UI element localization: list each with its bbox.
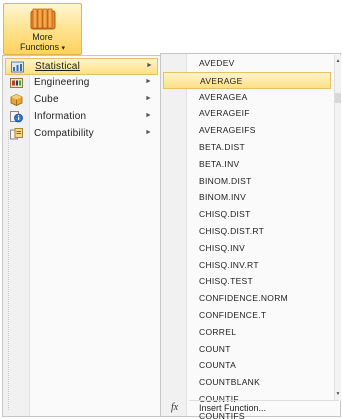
category-label: Cube bbox=[34, 94, 59, 105]
function-label: COUNTBLANK bbox=[199, 377, 261, 388]
function-item-chisq-inv[interactable]: CHISQ.INV bbox=[163, 240, 331, 257]
function-label: AVERAGEIFS bbox=[199, 125, 256, 136]
function-label: CHISQ.INV bbox=[199, 242, 246, 253]
function-item-averagea[interactable]: AVERAGEA bbox=[163, 89, 331, 106]
category-label: Statistical bbox=[35, 61, 80, 72]
function-item-confidence-t[interactable]: CONFIDENCE.T bbox=[163, 307, 331, 324]
function-label: AVEDEV bbox=[199, 58, 235, 68]
function-label: CHISQ.DIST bbox=[199, 209, 251, 220]
function-label: CONFIDENCE.T bbox=[199, 310, 267, 320]
function-item-beta-dist[interactable]: BETA.DIST bbox=[163, 139, 331, 156]
function-item-binom-dist[interactable]: BINOM.DIST bbox=[163, 173, 331, 190]
dropdown-caret-icon: ▾ bbox=[61, 45, 66, 52]
function-label: AVERAGE bbox=[200, 75, 243, 86]
function-item-averageifs[interactable]: AVERAGEIFS bbox=[163, 122, 331, 139]
scroll-down-arrow-icon[interactable]: ▼ bbox=[335, 390, 341, 399]
function-label: BINOM.INV bbox=[199, 192, 247, 203]
function-label: BINOM.DIST bbox=[199, 175, 252, 186]
category-item-statistical[interactable]: Statistical ► bbox=[5, 58, 158, 75]
function-item-beta-inv[interactable]: BETA.INV bbox=[163, 156, 331, 173]
function-item-confidence-norm[interactable]: CONFIDENCE.NORM bbox=[163, 290, 331, 307]
function-item-chisq-test[interactable]: CHISQ.TEST bbox=[163, 273, 331, 290]
fx-icon: fx bbox=[171, 402, 179, 413]
function-item-average[interactable]: AVERAGE bbox=[163, 71, 331, 89]
submenu-arrow-icon: ► bbox=[145, 112, 152, 119]
category-item-cube[interactable]: Cube ► bbox=[5, 92, 158, 109]
function-item-correl[interactable]: CORREL bbox=[163, 324, 331, 341]
function-library-icon bbox=[30, 8, 56, 30]
submenu-scrollbar[interactable]: ▲ ▼ bbox=[334, 55, 341, 401]
function-item-averageif[interactable]: AVERAGEIF bbox=[163, 105, 331, 122]
function-label: CHISQ.TEST bbox=[199, 276, 254, 287]
category-label: Compatibility bbox=[34, 128, 94, 139]
category-label: Engineering bbox=[34, 77, 90, 88]
more-functions-label-line1: More bbox=[32, 32, 53, 42]
scroll-thumb[interactable] bbox=[335, 93, 341, 103]
function-item-binom-inv[interactable]: BINOM.INV bbox=[163, 189, 331, 206]
function-item-chisq-dist[interactable]: CHISQ.DIST bbox=[163, 206, 331, 223]
submenu-arrow-icon: ► bbox=[145, 78, 152, 85]
category-label-text: Statistical bbox=[35, 61, 80, 72]
engineering-icon bbox=[10, 78, 23, 88]
function-item-avedev[interactable]: AVEDEV bbox=[163, 55, 331, 72]
function-category-menu: Statistical ► Engineering ► Cube ► Infor… bbox=[2, 55, 161, 417]
category-item-engineering[interactable]: Engineering ► bbox=[5, 75, 158, 92]
more-functions-label-line2: Functions ▾ bbox=[4, 42, 81, 54]
function-label: AVERAGEA bbox=[199, 91, 248, 102]
function-item-counta[interactable]: COUNTA bbox=[163, 357, 331, 374]
function-label: AVERAGEIF bbox=[199, 108, 250, 119]
screenshot-stage: More Functions ▾ Statistical ► Engineeri… bbox=[0, 0, 342, 419]
function-item-chisq-dist-rt[interactable]: CHISQ.DIST.RT bbox=[163, 223, 331, 240]
function-label: CONFIDENCE.NORM bbox=[199, 293, 289, 304]
function-label: CORREL bbox=[199, 326, 237, 337]
submenu-arrow-icon: ► bbox=[145, 129, 152, 136]
insert-function-label: Insert Function... bbox=[199, 403, 267, 413]
function-label: COUNT bbox=[199, 343, 231, 354]
function-label: CHISQ.DIST.RT bbox=[199, 226, 265, 236]
function-label: CHISQ.INV.RT bbox=[199, 259, 259, 270]
more-functions-label-text: Functions bbox=[19, 42, 59, 52]
compatibility-icon bbox=[10, 128, 23, 140]
insert-function-item[interactable]: fx Insert Function... bbox=[163, 401, 339, 416]
function-item-count[interactable]: COUNT bbox=[163, 341, 331, 358]
submenu-arrow-icon: ► bbox=[146, 62, 153, 69]
cube-icon bbox=[10, 94, 23, 106]
statistical-icon bbox=[11, 61, 24, 73]
function-label: BETA.INV bbox=[199, 158, 240, 169]
category-item-compatibility[interactable]: Compatibility ► bbox=[5, 126, 158, 143]
scroll-up-arrow-icon[interactable]: ▲ bbox=[335, 57, 341, 66]
function-label: BETA.DIST bbox=[199, 142, 245, 152]
category-label: Information bbox=[34, 111, 87, 122]
submenu-arrow-icon: ► bbox=[145, 95, 152, 102]
category-item-information[interactable]: Information ► bbox=[5, 109, 158, 126]
function-label: COUNTA bbox=[199, 360, 237, 371]
function-item-countblank[interactable]: COUNTBLANK bbox=[163, 374, 331, 391]
information-icon bbox=[10, 111, 23, 123]
menu-dotted-guide bbox=[8, 131, 9, 410]
statistical-functions-submenu: AVEDEV AVERAGE AVERAGEA AVERAGEIF AVERAGEIFS… bbox=[160, 53, 341, 419]
more-functions-button[interactable]: More Functions ▾ bbox=[3, 3, 82, 55]
function-item-chisq-inv-rt[interactable]: CHISQ.INV.RT bbox=[163, 257, 331, 274]
